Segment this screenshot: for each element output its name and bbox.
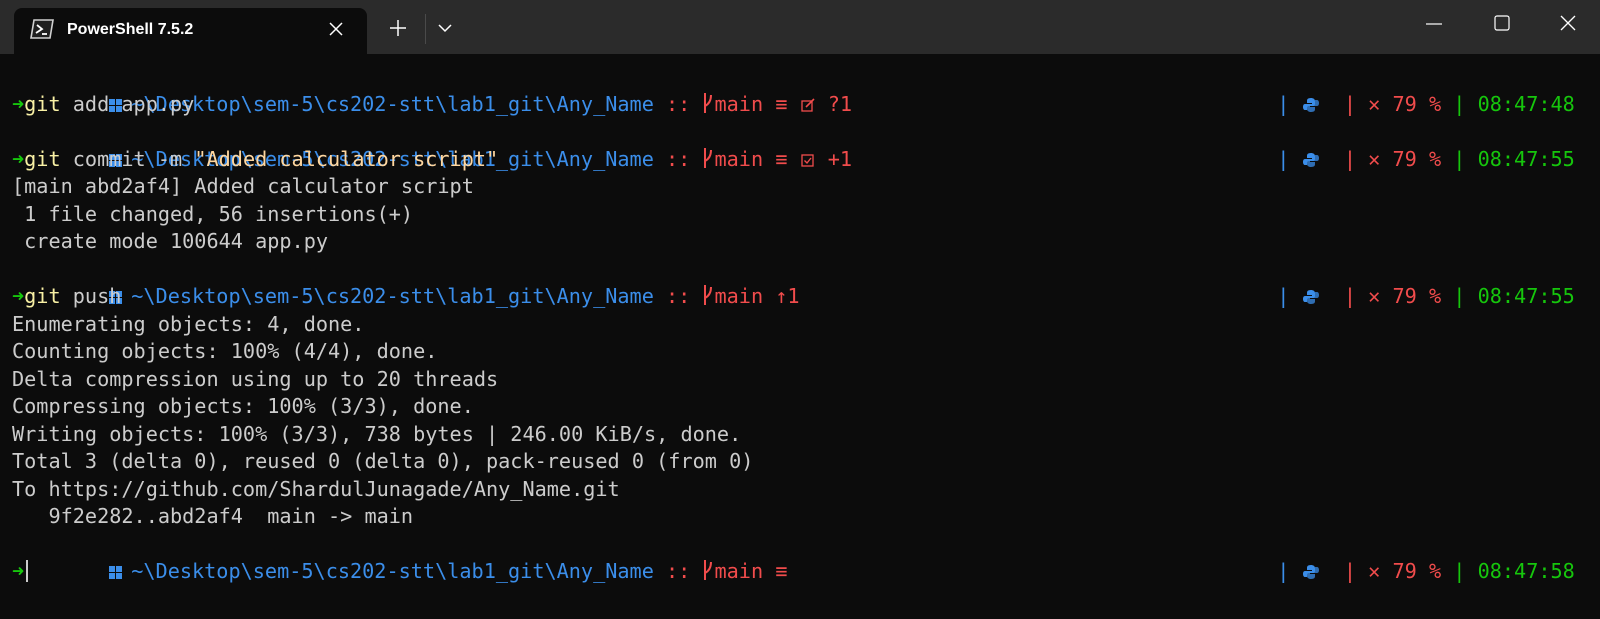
plus-icon[interactable] [386,16,410,40]
tab-powershell[interactable]: PowerShell 7.5.2 [14,8,367,54]
tab-title: PowerShell 7.5.2 [67,21,194,38]
prompt-line: ~\Desktop\sem-5\cs202-stt\lab1_git\Any_N… [12,118,1592,171]
terminal-window: PowerShell 7.5.2 ~\Desktop\sem-5\cs202-s… [0,0,1600,619]
command-git: git [24,284,61,308]
command-args: commit [60,146,158,171]
output-line: [main abd2af4] Added calculator script [12,174,474,198]
output-line: Delta compression using up to 20 threads [12,366,499,391]
command-line[interactable]: ➜ [12,558,1592,586]
command-line: ➜git push [12,283,1592,311]
output-line: Total 3 (delta 0), reused 0 (delta 0), p… [12,449,754,473]
command-string: "Added calculator script" [182,146,499,171]
title-bar: PowerShell 7.5.2 [0,0,1600,54]
command-line: ➜git commit -m "Added calculator script" [12,146,1592,174]
command-args: push [60,284,122,308]
output-line: 1 file changed, 56 insertions(+) [12,201,414,226]
command-flag: -m [157,146,183,171]
close-button[interactable] [1534,0,1600,46]
prompt-line: ~\Desktop\sem-5\cs202-stt\lab1_git\Any_N… [12,63,1592,116]
close-icon [1560,15,1576,31]
command-git: git [24,146,61,171]
prompt-arrow: ➜ [12,559,25,583]
chevron-down-icon[interactable] [435,18,455,38]
command-args: add app.py [60,91,195,116]
prompt-arrow: ➜ [12,91,25,116]
prompt-line: ~\Desktop\sem-5\cs202-stt\lab1_git\Any_N… [12,256,1592,308]
maximize-button[interactable] [1468,0,1536,46]
prompt-arrow: ➜ [12,146,25,171]
command-git: git [24,91,61,116]
tab-separator [425,14,426,44]
terminal-output[interactable]: ~\Desktop\sem-5\cs202-stt\lab1_git\Any_N… [12,63,1592,586]
output-line: create mode 100644 app.py [12,229,329,253]
output-line: Enumerating objects: 4, done. [12,311,365,336]
command-line: ➜git add app.py [12,91,1592,119]
close-tab-icon[interactable] [326,19,346,39]
powershell-icon [30,19,54,39]
output-line: Counting objects: 100% (4/4), done. [12,339,438,363]
output-line: 9f2e282..abd2af4 main -> main [12,504,414,528]
output-line: Writing objects: 100% (3/3), 738 bytes |… [12,421,742,446]
prompt-arrow: ➜ [12,284,25,308]
maximize-icon [1494,15,1510,31]
prompt-line: ~\Desktop\sem-5\cs202-stt\lab1_git\Any_N… [12,531,1592,583]
minimize-button[interactable] [1400,0,1468,46]
minimize-icon [1426,23,1442,25]
output-line: To https://github.com/ShardulJunagade/An… [12,476,620,501]
output-line: Compressing objects: 100% (3/3), done. [12,394,474,418]
text-cursor [26,560,29,582]
